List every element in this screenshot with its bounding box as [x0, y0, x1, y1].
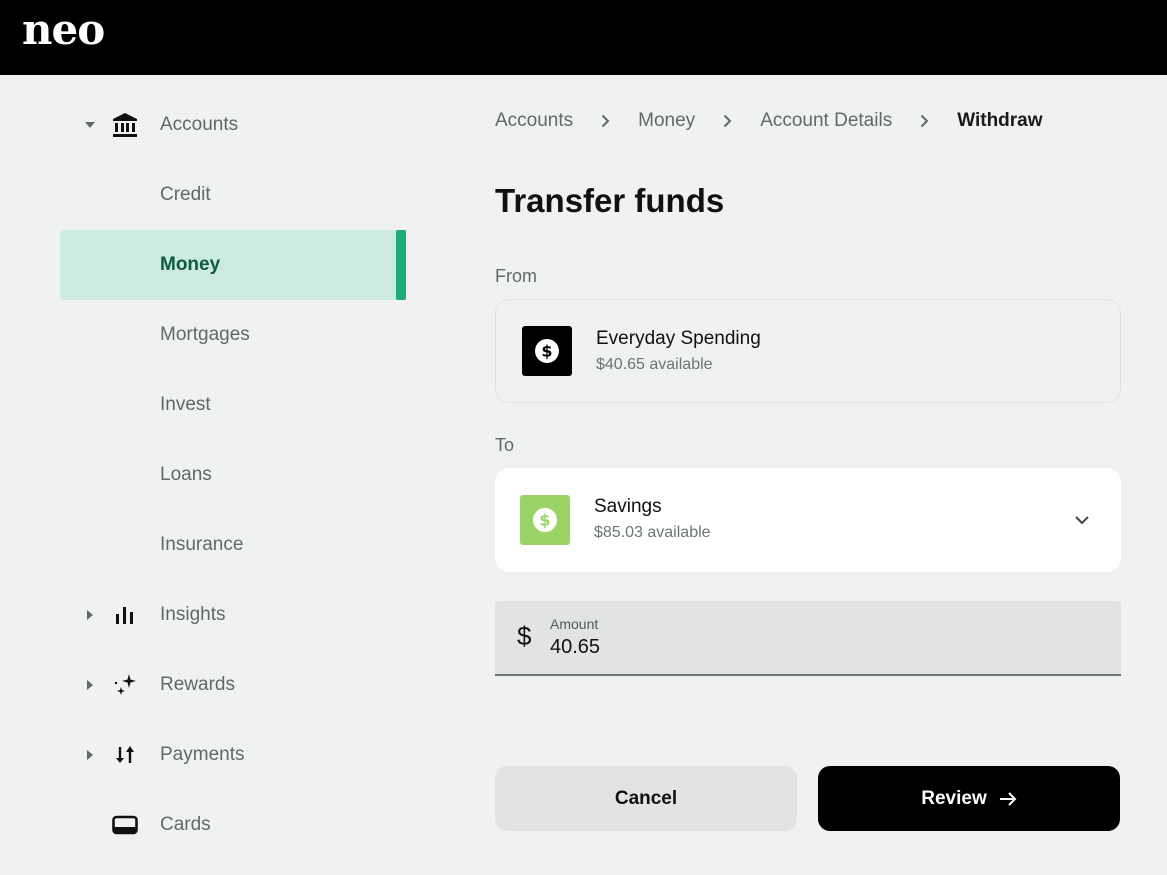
breadcrumb-account-details[interactable]: Account Details — [760, 110, 892, 132]
currency-symbol: $ — [517, 621, 532, 651]
review-button-label: Review — [921, 787, 987, 809]
breadcrumb: Accounts Money Account Details Withdraw — [495, 108, 1043, 134]
to-account-available: $85.03 available — [594, 524, 711, 541]
sidebar-item-label: Invest — [160, 394, 211, 415]
caret-right-icon[interactable] — [85, 680, 95, 690]
from-label: From — [495, 266, 537, 286]
sidebar-item-label: Money — [160, 254, 221, 275]
sidebar-item-payments[interactable]: Payments — [60, 720, 406, 790]
chevron-right-icon — [601, 114, 610, 128]
bank-icon — [110, 110, 140, 140]
sidebar-item-label: Accounts — [160, 114, 239, 135]
sidebar-item-credit[interactable]: Credit — [60, 160, 406, 230]
svg-text:$: $ — [541, 342, 552, 361]
caret-right-icon[interactable] — [85, 750, 95, 760]
svg-text:$: $ — [539, 511, 550, 530]
review-button[interactable]: Review — [818, 766, 1120, 831]
sidebar-item-insurance[interactable]: Insurance — [60, 510, 406, 580]
sidebar-item-mortgages[interactable]: Mortgages — [60, 300, 406, 370]
sidebar-item-loans[interactable]: Loans — [60, 440, 406, 510]
cancel-button[interactable]: Cancel — [495, 766, 797, 831]
amount-input[interactable]: 40.65 — [550, 636, 600, 659]
sidebar-item-label: Credit — [160, 184, 211, 205]
sidebar-item-label: Loans — [160, 464, 212, 485]
sidebar-item-cards[interactable]: Cards — [60, 790, 406, 860]
neo-logo[interactable]: neo — [22, 6, 105, 54]
breadcrumb-withdraw: Withdraw — [957, 110, 1043, 131]
sidebar-item-label: Insurance — [160, 534, 244, 555]
to-account-select[interactable]: $ Savings $85.03 available — [495, 468, 1121, 572]
from-account-name: Everyday Spending — [596, 328, 761, 349]
top-bar: neo — [0, 0, 1167, 75]
sidebar-item-label: Payments — [160, 744, 245, 765]
amount-field[interactable]: $ Amount 40.65 — [495, 601, 1121, 676]
sidebar: Accounts Credit Money Mortgages Invest L… — [0, 75, 430, 875]
from-account-available: $40.65 available — [596, 356, 713, 373]
arrow-right-icon — [999, 791, 1017, 806]
sparkle-icon — [110, 670, 140, 700]
cancel-button-label: Cancel — [614, 787, 678, 809]
card-icon — [110, 810, 140, 840]
caret-down-icon[interactable] — [85, 120, 95, 130]
sidebar-item-label: Insights — [160, 604, 226, 625]
sidebar-item-accounts[interactable]: Accounts — [60, 90, 406, 160]
bar-chart-icon — [110, 600, 140, 630]
sidebar-item-label: Rewards — [160, 674, 235, 695]
chevron-down-icon[interactable] — [1073, 511, 1091, 529]
sidebar-item-label: Mortgages — [160, 324, 250, 345]
transfer-arrows-icon — [110, 740, 140, 770]
sidebar-item-money[interactable]: Money — [60, 230, 406, 300]
page-title: Transfer funds — [495, 182, 725, 219]
dollar-coin-icon: $ — [520, 495, 570, 545]
chevron-right-icon — [920, 114, 929, 128]
sidebar-item-insights[interactable]: Insights — [60, 580, 406, 650]
amount-label: Amount — [550, 616, 599, 632]
caret-right-icon[interactable] — [85, 610, 95, 620]
breadcrumb-accounts[interactable]: Accounts — [495, 110, 573, 132]
chevron-right-icon — [723, 114, 732, 128]
sidebar-item-rewards[interactable]: Rewards — [60, 650, 406, 720]
sidebar-item-invest[interactable]: Invest — [60, 370, 406, 440]
to-account-name: Savings — [594, 496, 662, 517]
dollar-coin-icon: $ — [522, 326, 572, 376]
breadcrumb-money[interactable]: Money — [638, 110, 695, 132]
sidebar-item-label: Cards — [160, 814, 211, 835]
from-account-card: $ Everyday Spending $40.65 available — [495, 299, 1121, 403]
to-label: To — [495, 435, 515, 455]
